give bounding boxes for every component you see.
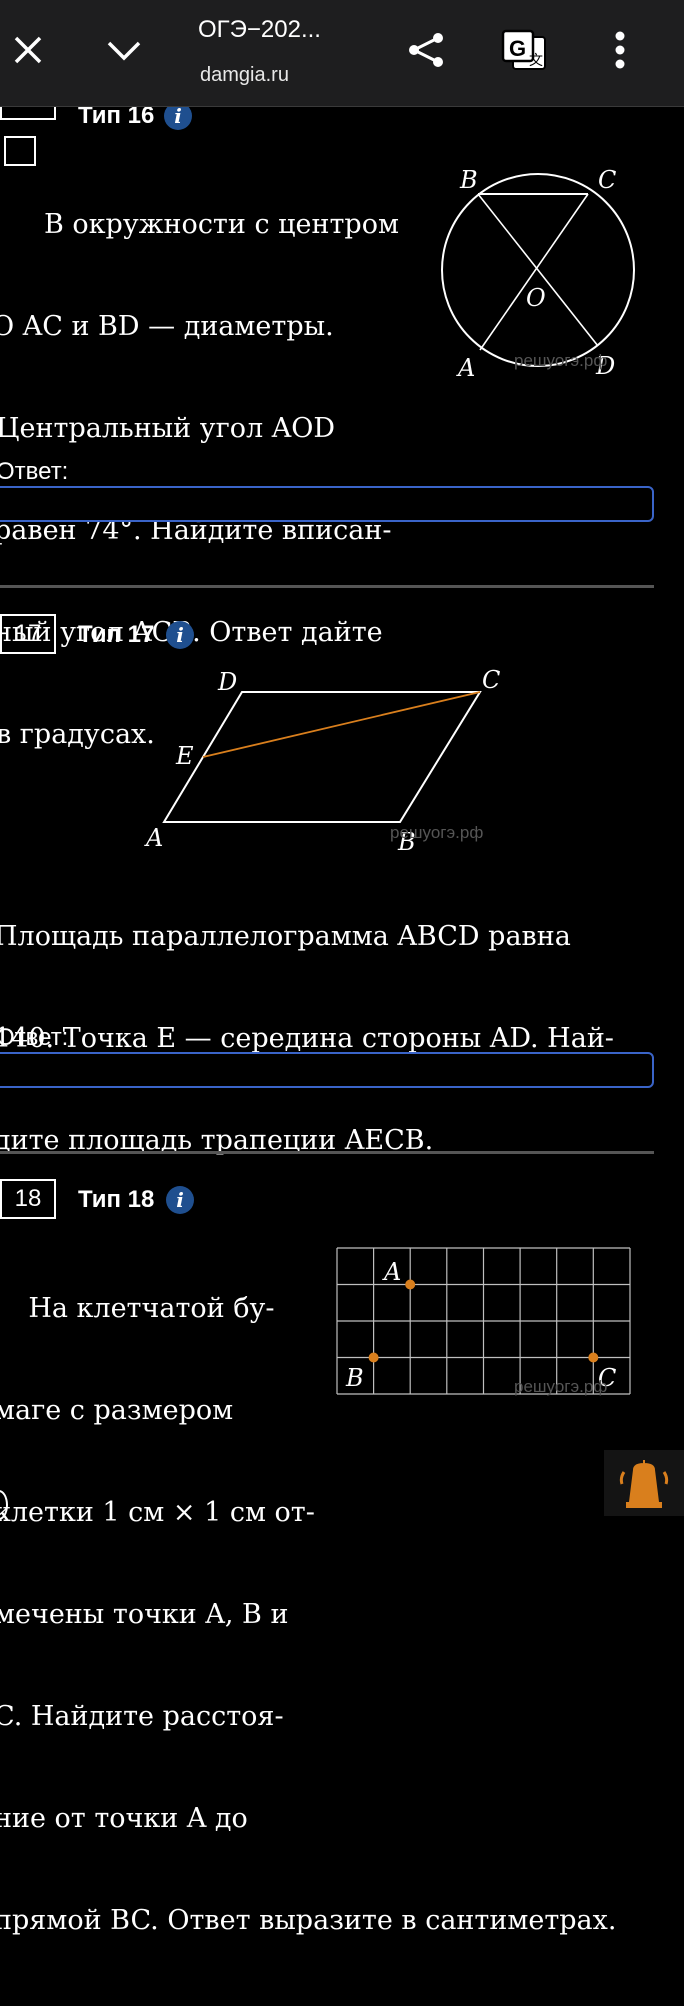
segment-ec [202, 691, 481, 758]
label-e: E [175, 742, 194, 770]
answer-input-17[interactable] [0, 1052, 654, 1088]
svg-text:文: 文 [529, 52, 543, 68]
label-d: D [217, 668, 237, 696]
parallelogram-figure: D C E A B решуогэ.рф [144, 666, 500, 854]
q16-line: В окружности с центром [44, 209, 399, 240]
question-number-17: 17 [0, 614, 56, 654]
translate-icon: G 文 [501, 29, 546, 70]
q16-line: Центральный угол AOD [0, 413, 336, 444]
translate-button[interactable]: G 文 [498, 26, 550, 74]
close-button[interactable] [10, 32, 46, 68]
more-vert-icon [615, 31, 625, 69]
question-type-17: Тип 17 [78, 621, 155, 648]
collapse-button[interactable] [104, 36, 144, 66]
point-a [405, 1279, 416, 1290]
label-c: C [598, 166, 616, 194]
question-17-text: Площадь параллелограмма ABCD равна 140. … [0, 852, 654, 1226]
close-icon [14, 36, 42, 64]
q18-line: прямой BC. Ответ выразите в сантиметрах. [0, 1905, 617, 1936]
grid [336, 1247, 631, 1395]
divider [0, 585, 654, 588]
info-icon[interactable]: i [166, 1186, 194, 1214]
page-content: 16 Тип 16 i В окружности с центром O AC … [0, 0, 684, 1936]
q18-line: ние от точки A до [0, 1803, 248, 1834]
q16-line: O AC и BD — диаметры. [0, 311, 334, 342]
question-number-text: 18 [14, 1185, 42, 1212]
browser-top-bar: ОГЭ−202... damgia.ru G 文 [0, 0, 684, 107]
grid-figure: A B C решуогэ.рф [336, 1247, 631, 1396]
diameter-bd [477, 193, 599, 347]
page-title: ОГЭ−202... [198, 16, 321, 43]
q18-line: C. Найдите расстоя- [0, 1701, 284, 1732]
share-button[interactable] [404, 28, 448, 72]
label-b: B [459, 166, 478, 194]
question-number-text: 17 [14, 620, 42, 647]
chevron-down-icon [107, 41, 141, 61]
bell-icon[interactable] [604, 1450, 684, 1516]
question-number-18: 18 [0, 1179, 56, 1219]
watermark: решуогэ.рф [514, 351, 607, 370]
q18-line: мечены точки A, B и [0, 1599, 289, 1630]
divider [0, 1151, 654, 1154]
answer-label-16: Ответ: [0, 458, 69, 485]
watermark: решуогэ.рф [514, 1377, 607, 1396]
circle-figure: B C O A D решуогэ.рф [441, 166, 635, 382]
q18-line: клетки 1 см × 1 см от- [0, 1497, 315, 1528]
label-b: B [345, 1364, 364, 1392]
parallelogram-abcd [162, 691, 482, 823]
q16-line: ный угол ACB. Ответ дайте [0, 617, 383, 648]
q17-line: 140. Точка E — середина стороны AD. Най- [0, 1023, 614, 1054]
label-o: O [526, 284, 546, 312]
answer-input-16[interactable] [0, 486, 654, 522]
share-icon [409, 33, 443, 67]
watermark: решуогэ.рф [390, 823, 483, 842]
label-a: A [382, 1258, 401, 1286]
label-a: A [456, 354, 475, 382]
label-a: A [144, 824, 163, 852]
svg-text:G: G [509, 36, 526, 61]
q18-line: маге с размером [0, 1395, 234, 1426]
page-domain: damgia.ru [200, 64, 289, 86]
question-type-18: Тип 18 [78, 1186, 155, 1213]
point-c [588, 1352, 599, 1363]
answer-label-17: Ответ: [0, 1024, 69, 1051]
info-icon[interactable]: i [166, 621, 194, 649]
point-b [368, 1352, 379, 1363]
more-options-button[interactable] [606, 28, 634, 72]
label-c: C [482, 666, 500, 694]
q17-line: Площадь параллелограмма ABCD равна [0, 921, 571, 952]
